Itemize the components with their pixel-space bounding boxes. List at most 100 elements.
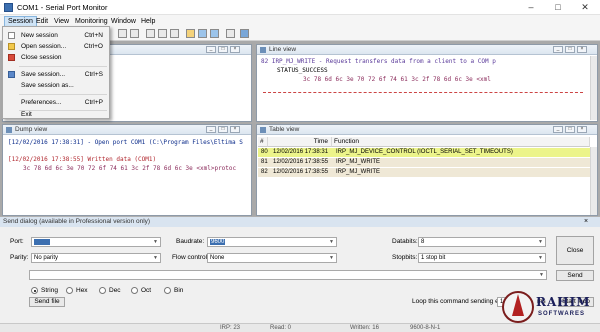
menu-save-session[interactable]: Save session... Ctrl+S: [3, 69, 109, 80]
window-minimize-button[interactable]: _: [553, 46, 563, 53]
status-written: Written: 16: [350, 325, 379, 331]
window-close-button[interactable]: ×: [577, 126, 587, 133]
title-bar: COM1 - Serial Port Monitor – □ ✕: [0, 0, 600, 15]
line-view-status: STATUS_SUCCESS: [277, 67, 328, 74]
row-function: IRP_MJ_DEVICE_CONTROL (IOCTL_SERIAL_SET_…: [336, 149, 513, 155]
menu-save-session-as[interactable]: Save session as...: [3, 80, 109, 91]
parity-select[interactable]: No parity ▼: [31, 253, 161, 263]
session-menu: New session Ctrl+N Open session... Ctrl+O …: [2, 26, 110, 119]
watermark-text: RAHIM: [536, 295, 591, 309]
toolbar-icon[interactable]: [170, 29, 179, 38]
row-function: IRP_MJ_WRITE: [336, 159, 381, 165]
format-oct-radio[interactable]: [131, 287, 138, 294]
window-icon: [260, 127, 266, 133]
format-bin-radio[interactable]: [164, 287, 171, 294]
maximize-button[interactable]: □: [545, 0, 571, 14]
row-time: 12/02/2016 17:38:55: [273, 159, 329, 165]
toolbar-icon[interactable]: [226, 29, 235, 38]
baudrate-select[interactable]: 9600 ▼: [207, 237, 337, 247]
menu-preferences[interactable]: Preferences... Ctrl+P: [3, 97, 109, 108]
port-selected-highlight: [34, 239, 50, 245]
toolbar-icon[interactable]: [146, 29, 155, 38]
window-maximize-button[interactable]: □: [218, 46, 228, 53]
parity-label: Parity:: [10, 254, 29, 261]
search-icon[interactable]: [198, 29, 207, 38]
close-window-button[interactable]: ✕: [572, 0, 598, 14]
format-dec-radio[interactable]: [99, 287, 106, 294]
toolbar-icon[interactable]: [158, 29, 167, 38]
dump-view-hex: 3c 78 6d 6c 3e 70 72 6f 74 61 3c 2f 78 6…: [23, 165, 237, 172]
window-close-button[interactable]: ×: [230, 46, 240, 53]
table-column-header[interactable]: Time: [268, 137, 332, 147]
status-read: Read: 0: [270, 325, 292, 331]
dump-view-open-line: [12/02/2016 17:38:31] - Open port COM1 (…: [8, 139, 243, 146]
format-oct-label: Oct: [141, 287, 152, 294]
send-data-input[interactable]: ▼: [29, 270, 547, 280]
window-maximize-button[interactable]: □: [565, 126, 575, 133]
new-file-icon: [8, 32, 15, 39]
close-session-icon: [8, 54, 15, 61]
stopbits-select[interactable]: 1 stop bit ▼: [418, 253, 546, 263]
flow-control-select[interactable]: None ▼: [207, 253, 337, 263]
send-button[interactable]: Send: [556, 270, 594, 281]
format-dec-label: Dec: [109, 287, 121, 294]
table-column-header[interactable]: Function: [332, 137, 590, 147]
port-label: Port:: [10, 238, 24, 245]
window-maximize-button[interactable]: □: [565, 46, 575, 53]
row-number: 82: [261, 169, 268, 175]
line-view-divider: [263, 92, 583, 93]
table-row[interactable]: 80 12/02/2016 17:38:31 IRP_MJ_DEVICE_CON…: [258, 148, 590, 157]
toolbar-icon[interactable]: [130, 29, 139, 38]
databits-label: Databits:: [392, 238, 418, 245]
send-dialog-title: Send dialog (available in Professional v…: [0, 217, 600, 227]
row-time: 12/02/2016 17:38:31: [273, 149, 329, 155]
window-minimize-button[interactable]: _: [206, 126, 216, 133]
window-maximize-button[interactable]: □: [218, 126, 228, 133]
line-view-line: 82 IRP_MJ_WRITE - Request transfers data…: [261, 58, 496, 65]
row-number: 81: [261, 159, 268, 165]
format-string-radio[interactable]: [31, 287, 38, 294]
close-button[interactable]: Close: [556, 236, 594, 265]
menu-new-session[interactable]: New session Ctrl+N: [3, 30, 109, 41]
menu-exit[interactable]: Exit: [3, 109, 109, 120]
row-number: 80: [261, 149, 268, 155]
minimize-button[interactable]: –: [518, 0, 544, 14]
vertical-scrollbar[interactable]: [590, 56, 597, 120]
status-irp: IRP: 23: [220, 325, 241, 331]
close-panel-icon[interactable]: ×: [584, 218, 588, 225]
window-close-button[interactable]: ×: [230, 126, 240, 133]
table-row[interactable]: 81 12/02/2016 17:38:55 IRP_MJ_WRITE: [258, 158, 590, 167]
window-minimize-button[interactable]: _: [206, 46, 216, 53]
window-title: COM1 - Serial Port Monitor: [17, 3, 108, 12]
settings-icon[interactable]: [240, 29, 249, 38]
format-string-label: String: [41, 287, 58, 294]
table-view-title: Table view: [257, 125, 597, 135]
menu-close-session[interactable]: Close session: [3, 52, 109, 63]
format-bin-label: Bin: [174, 287, 184, 294]
table-view-window: Table view _ □ × # Time Function 80 12/0…: [256, 124, 598, 216]
toolbar-icon[interactable]: [118, 29, 127, 38]
port-select[interactable]: ▼: [31, 237, 161, 247]
vertical-scrollbar[interactable]: [590, 147, 597, 215]
table-row[interactable]: 82 12/02/2016 17:38:55 IRP_MJ_WRITE: [258, 168, 590, 177]
send-file-button[interactable]: Send file: [29, 297, 65, 307]
app-icon: [4, 3, 13, 12]
menu-separator: [19, 66, 107, 67]
window-close-button[interactable]: ×: [577, 46, 587, 53]
menu-open-session[interactable]: Open session... Ctrl+O: [3, 41, 109, 52]
format-hex-radio[interactable]: [66, 287, 73, 294]
watermark-subtext: SOFTWARES: [538, 311, 586, 317]
databits-select[interactable]: 8 ▼: [418, 237, 546, 247]
zoom-icon[interactable]: [210, 29, 219, 38]
window-minimize-button[interactable]: _: [553, 126, 563, 133]
menu-separator: [19, 94, 107, 95]
row-function: IRP_MJ_WRITE: [336, 169, 381, 175]
row-time: 12/02/2016 17:38:55: [273, 169, 329, 175]
window-icon: [6, 127, 12, 133]
table-column-header[interactable]: #: [258, 137, 268, 147]
filter-icon[interactable]: [186, 29, 195, 38]
menu-window[interactable]: Window: [108, 16, 139, 27]
menu-help[interactable]: Help: [138, 16, 158, 27]
status-config: 9600-8-N-1: [410, 325, 441, 331]
line-view-window: Line view _ □ × 82 IRP_MJ_WRITE - Reques…: [256, 44, 598, 122]
